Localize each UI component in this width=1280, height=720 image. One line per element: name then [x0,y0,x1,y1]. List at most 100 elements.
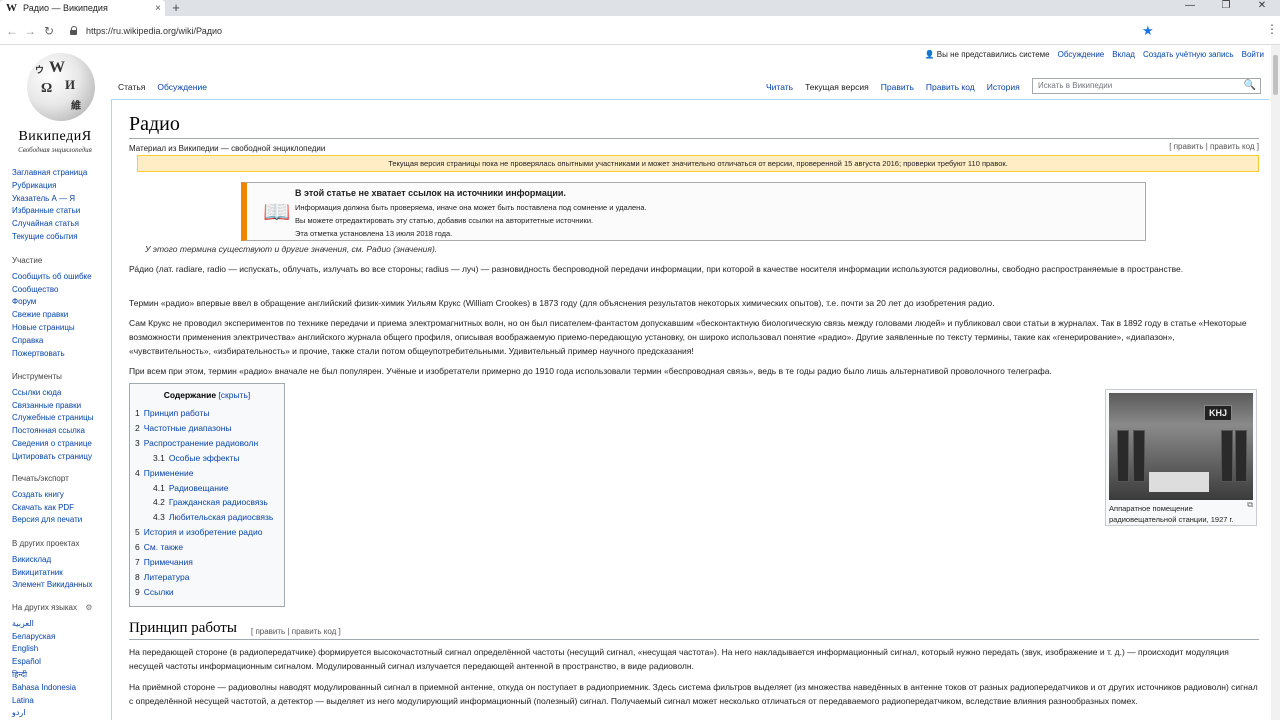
sidebar-main-link[interactable]: Заглавная страница [12,167,87,180]
toc-link[interactable]: Литература [144,572,190,582]
toc-link[interactable]: Особые эффекты [169,453,240,463]
window-close-button[interactable]: ✕ [1244,0,1280,14]
toc-item[interactable]: 5 История и изобретение радио [135,525,279,540]
toc-item[interactable]: 4.3 Любительская радиосвязь [135,510,279,525]
bookmark-star-icon[interactable]: ★ [1142,23,1154,39]
sidebar-project-link[interactable]: Элемент Викиданных [12,579,92,592]
radio-studio-photo[interactable]: KHJ [1109,393,1253,500]
search-input[interactable]: Искать в Википедии 🔍 [1032,78,1261,94]
sidebar-language-link[interactable]: Bahasa Indonesia [12,682,92,695]
sidebar-participation-link[interactable]: Форум [12,296,92,309]
toc-item[interactable]: 2 Частотные диапазоны [135,421,279,436]
create-account-link[interactable]: Создать учётную запись [1143,50,1234,59]
toc-item[interactable]: 4.1 Радиовещание [135,481,279,496]
toc-item[interactable]: 6 См. также [135,540,279,555]
sidebar-language-link[interactable]: Español [12,656,92,669]
back-button[interactable]: ← [6,24,18,38]
sidebar-project-link[interactable]: Викицитатник [12,567,92,580]
sidebar-language-link[interactable]: Беларуская [12,631,92,644]
tab-edit-source[interactable]: Править код [926,82,975,92]
sidebar-tool-link[interactable]: Служебные страницы [12,412,93,425]
section-edit-links[interactable]: [ править | править код ] [251,627,341,636]
window-minimize-button[interactable]: — [1172,0,1208,14]
disambiguation-hatnote: У этого термина существуют и другие знач… [145,244,438,254]
section-edit-links[interactable]: [ править | править код ] [1169,142,1259,151]
toc-link[interactable]: Применение [144,468,194,478]
toc-link[interactable]: Ссылки [144,587,174,597]
toc-link[interactable]: Частотные диапазоны [144,423,232,433]
tab-history[interactable]: История [987,82,1020,92]
browser-tab[interactable]: W Радио — Википедия × [0,0,165,16]
page-scrollbar[interactable] [1271,45,1280,720]
sidebar-tool-link[interactable]: Ссылки сюда [12,387,93,400]
tab-edit[interactable]: Править [881,82,914,92]
sidebar-print-link[interactable]: Версия для печати [12,514,82,527]
sidebar-participation-link[interactable]: Свежие правки [12,309,92,322]
puzzle-globe-icon: W Ω И ウ 維 [27,53,95,121]
toc-link[interactable]: История и изобретение радио [144,527,263,537]
toc-hide-toggle[interactable]: [скрыть] [218,390,250,400]
sidebar-tool-link[interactable]: Цитировать страницу [12,451,93,464]
sidebar-participation-link[interactable]: Справка [12,335,92,348]
login-link[interactable]: Войти [1242,50,1264,59]
new-tab-button[interactable]: + [169,0,183,16]
search-icon[interactable]: 🔍 [1244,80,1256,91]
sidebar-language-link[interactable]: اردو [12,707,92,720]
ambox-line: Информация должна быть проверяема, иначе… [295,203,647,212]
personal-talk-link[interactable]: Обсуждение [1058,50,1105,59]
sidebar-print-link[interactable]: Создать книгу [12,489,82,502]
address-bar[interactable]: https://ru.wikipedia.org/wiki/Радио [70,22,1170,40]
forward-button[interactable]: → [24,24,36,38]
sidebar-tool-link[interactable]: Постоянная ссылка [12,425,93,438]
language-settings-gear-icon[interactable]: ⚙ [85,603,92,612]
tab-current-version[interactable]: Текущая версия [805,82,869,92]
sidebar-language-link[interactable]: हिन्दी [12,669,92,682]
sidebar-language-link[interactable]: Latina [12,695,92,708]
sidebar-main-link[interactable]: Избранные статьи [12,205,87,218]
sidebar-project-link[interactable]: Викисклад [12,554,92,567]
toc-number: 8 [135,571,140,582]
sidebar-language-link[interactable]: العربية [12,618,92,631]
window-restore-button[interactable]: ❐ [1208,0,1244,14]
toc-link[interactable]: Распространение радиоволн [144,438,258,448]
tab-read[interactable]: Читать [766,82,793,92]
toc-link[interactable]: Примечания [144,557,193,567]
enlarge-icon[interactable]: ⧉ [1247,499,1253,510]
reload-button[interactable]: ↻ [44,24,54,38]
tab-article[interactable]: Статья [118,82,145,92]
toc-link[interactable]: Принцип работы [144,408,210,418]
sidebar-language-link[interactable]: English [12,643,92,656]
toc-item[interactable]: 3 Распространение радиоволн [135,436,279,451]
sidebar-tool-link[interactable]: Связанные правки [12,400,93,413]
toc-item[interactable]: 9 Ссылки [135,585,279,600]
toc-item[interactable]: 4.2 Гражданская радиосвязь [135,495,279,510]
toc-item[interactable]: 4 Применение [135,466,279,481]
sidebar-participation-link[interactable]: Сообщить об ошибке [12,271,92,284]
toc-link[interactable]: Гражданская радиосвязь [169,497,268,507]
sidebar-main-link[interactable]: Текущие события [12,231,87,244]
toc-item[interactable]: 1 Принцип работы [135,406,279,421]
sidebar-main-link[interactable]: Указатель А — Я [12,193,87,206]
personal-contributions-link[interactable]: Вклад [1112,50,1135,59]
toc-link[interactable]: Радиовещание [169,483,229,493]
ambox-line: Эта отметка установлена 13 июля 2018 год… [295,229,453,238]
tab-discussion[interactable]: Обсуждение [157,82,207,92]
sidebar-tool-link[interactable]: Сведения о странице [12,438,93,451]
sidebar-main-link[interactable]: Рубрикация [12,180,87,193]
sidebar-participation-link[interactable]: Новые страницы [12,322,92,335]
sidebar-main-link[interactable]: Случайная статья [12,218,87,231]
tab-close-icon[interactable]: × [151,3,165,14]
toc-number: 9 [135,586,140,597]
scrollbar-thumb[interactable] [1273,55,1278,95]
browser-menu-icon[interactable]: ⋮ [1266,23,1278,35]
toc-link[interactable]: Любительская радиосвязь [169,512,274,522]
toc-link[interactable]: См. также [144,542,183,552]
sidebar-participation-link[interactable]: Сообщество [12,284,92,297]
image-thumbnail[interactable]: KHJ Аппаратное помещение радиовещательно… [1105,389,1257,526]
toc-item[interactable]: 3.1 Особые эффекты [135,451,279,466]
toc-item[interactable]: 7 Примечания [135,555,279,570]
sidebar-print-link[interactable]: Скачать как PDF [12,502,82,515]
sidebar-participation-link[interactable]: Пожертвовать [12,348,92,361]
browser-toolbar: ← → ↻ https://ru.wikipedia.org/wiki/Ради… [0,16,1280,45]
toc-item[interactable]: 8 Литература [135,570,279,585]
